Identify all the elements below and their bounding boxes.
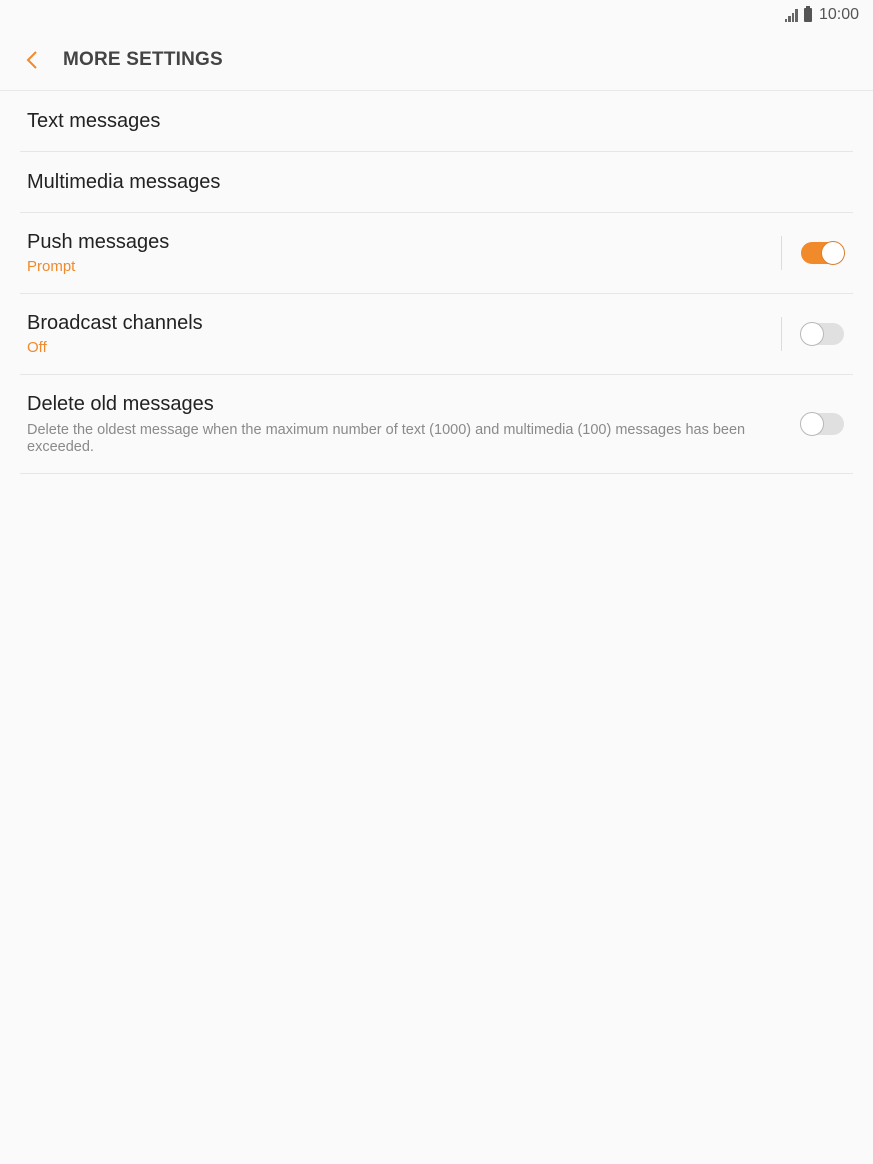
settings-list: Text messages Multimedia messages Push m… [0, 91, 873, 474]
status-bar: 10:00 [0, 0, 873, 30]
setting-text-messages[interactable]: Text messages [20, 91, 853, 152]
setting-broadcast-channels[interactable]: Broadcast channels Off [20, 294, 853, 375]
toggle-knob [821, 241, 845, 265]
status-time: 10:00 [818, 6, 859, 23]
signal-icon [784, 8, 800, 22]
battery-icon [803, 6, 812, 22]
setting-push-messages[interactable]: Push messages Prompt [20, 213, 853, 294]
divider [781, 236, 782, 270]
back-button[interactable] [20, 48, 44, 72]
broadcast-channels-toggle[interactable] [800, 322, 844, 346]
setting-delete-old-messages[interactable]: Delete old messages Delete the oldest me… [20, 375, 853, 474]
app-bar: MORE SETTINGS [0, 30, 873, 91]
setting-status: Off [27, 339, 47, 356]
setting-title: Multimedia messages [27, 170, 221, 193]
setting-title: Delete old messages [27, 392, 214, 415]
setting-multimedia-messages[interactable]: Multimedia messages [20, 152, 853, 213]
page-title: MORE SETTINGS [63, 49, 223, 70]
setting-description: Delete the oldest message when the maxim… [27, 421, 746, 455]
setting-title: Text messages [27, 109, 161, 132]
setting-status: Prompt [27, 258, 76, 275]
push-messages-toggle[interactable] [801, 241, 845, 265]
toggle-knob [800, 412, 824, 436]
setting-title: Broadcast channels [27, 312, 203, 334]
chevron-left-icon [26, 51, 37, 69]
delete-old-messages-toggle[interactable] [800, 412, 844, 436]
toggle-knob [800, 322, 824, 346]
setting-title: Push messages [27, 231, 170, 253]
divider [781, 317, 782, 351]
